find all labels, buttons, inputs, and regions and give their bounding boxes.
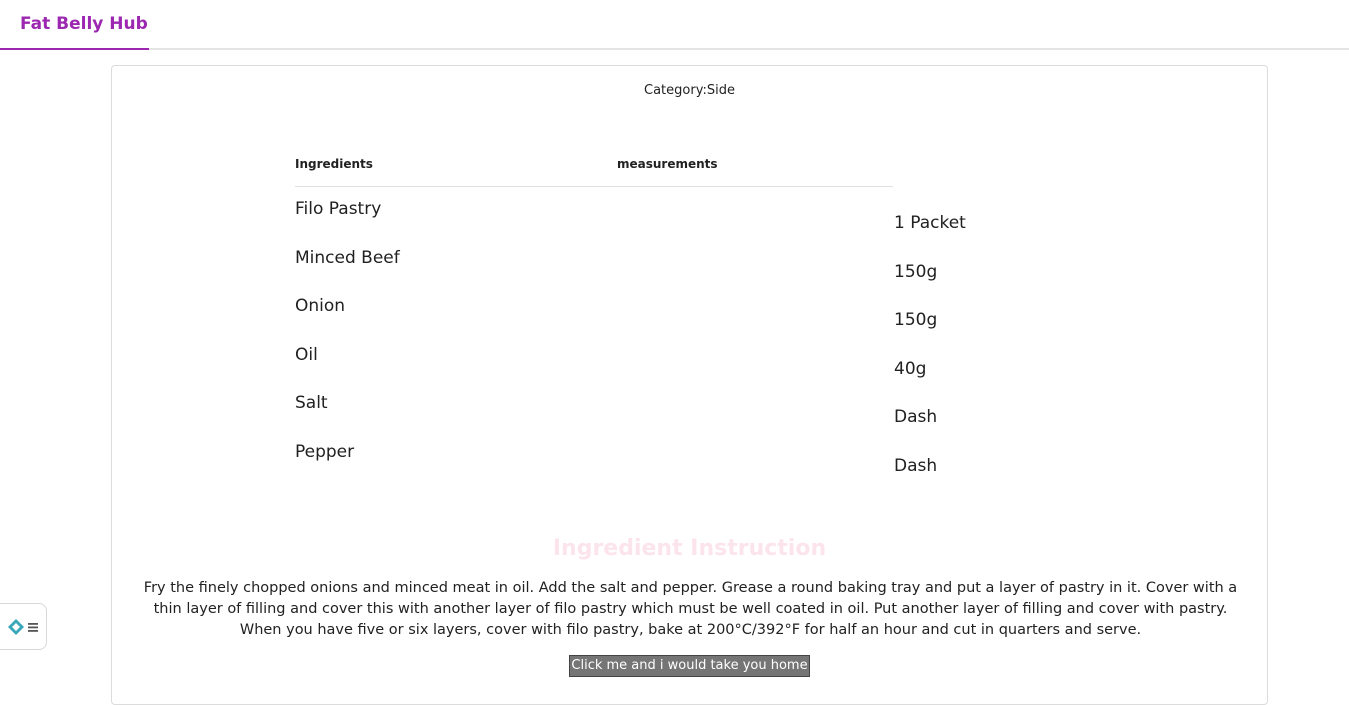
ingredient-cell: Oil [295,345,318,365]
category-line: Category:Side [112,83,1267,98]
brand-tab[interactable]: Fat Belly Hub [0,0,149,50]
category-label: Category: [644,83,707,98]
instruction-text: Fry the finely chopped onions and minced… [143,580,1238,638]
navbar: Fat Belly Hub [0,0,1349,50]
ingredient-cell: Onion [295,296,346,316]
measurement-cell: 150g [894,310,938,330]
ingredients-header: Ingredients [295,157,373,171]
measurement-cell: 40g [894,359,927,379]
ingredient-cell: Minced Beef [295,248,400,268]
home-button[interactable]: Click me and i would take you home [569,655,810,677]
brand-logo-text[interactable]: Fat Belly Hub [20,14,148,34]
measurements-header: measurements [617,157,718,171]
recipe-card: Category:Side Ingredients measurements F… [111,65,1268,705]
ingredient-cell: Pepper [295,442,355,462]
measurement-cell: Dash [894,456,938,476]
measurement-cell: Dash [894,407,938,427]
diamond-menu-icon [8,619,38,635]
table-header-divider [295,186,893,187]
ingredient-cell: Filo Pastry [295,199,382,219]
accessibility-widget-button[interactable] [0,603,47,650]
measurement-cell: 150g [894,262,938,282]
category-value: Side [706,83,735,98]
ingredient-cell: Salt [295,393,328,413]
measurement-cell: 1 Packet [894,213,966,233]
instruction-title: Ingredient Instruction [552,536,827,561]
